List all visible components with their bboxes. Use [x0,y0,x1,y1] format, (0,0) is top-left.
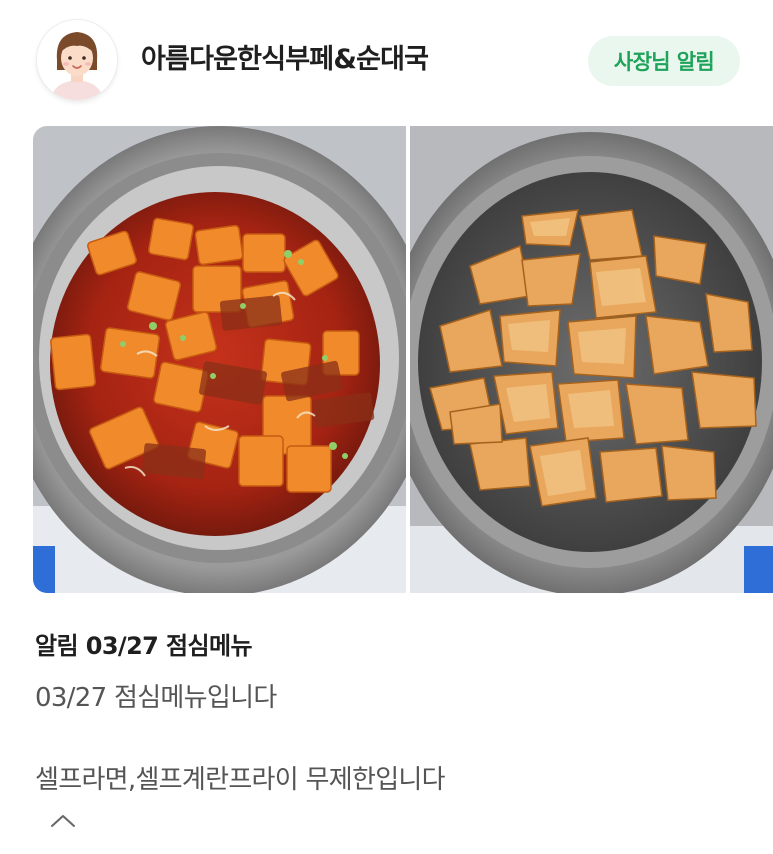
owner-avatar-icon[interactable] [37,20,117,100]
photo-spicy-stew[interactable] [33,126,406,593]
owner-notice-badge: 사장님 알림 [588,36,740,86]
chevron-up-icon [51,815,75,827]
collapse-button[interactable] [46,806,80,836]
photo-gallery [33,126,773,593]
photo-fried-cutlet[interactable] [410,126,773,593]
store-name[interactable]: 아름다운한식부페&순대국 [141,40,429,80]
post-body: 셀프라면,셀프계란프라이 무제한입니다 [35,765,446,795]
post-subtitle: 03/27 점심메뉴입니다 [35,683,277,713]
post-title: 알림 03/27 점심메뉴 [35,632,253,660]
post-header: 아름다운한식부페&순대국 사장님 알림 [0,0,773,120]
